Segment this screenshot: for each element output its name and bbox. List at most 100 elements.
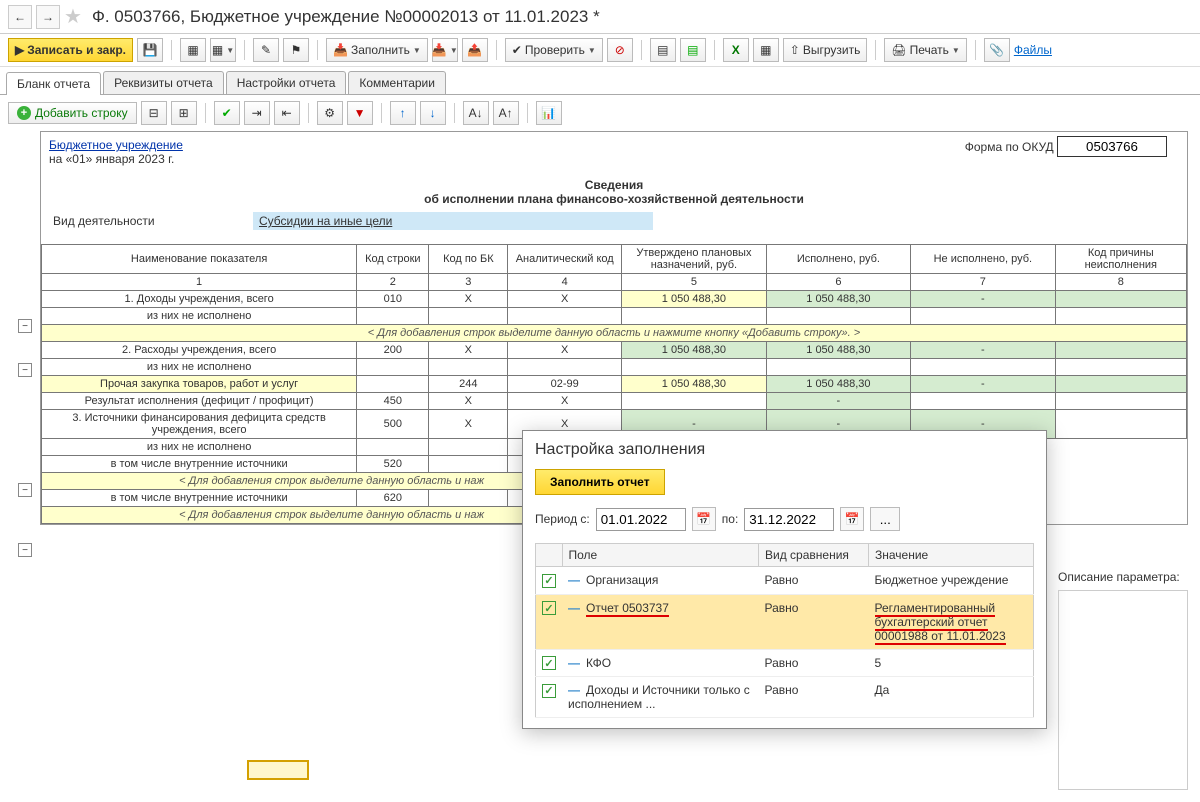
period-from-input[interactable] [596, 508, 686, 531]
checkbox-icon[interactable]: ✓ [542, 656, 556, 670]
fill-more-button[interactable]: 📥▼ [432, 38, 458, 62]
fill-extra-button[interactable]: 📤 [462, 38, 488, 62]
period-to-input[interactable] [744, 508, 834, 531]
go-end-button[interactable]: ⇥ [244, 101, 270, 125]
table-row[interactable]: Результат исполнения (дефицит / профицит… [42, 393, 1187, 410]
fill-settings-panel: Настройка заполнения Заполнить отчет Пер… [522, 430, 1047, 729]
table-row[interactable]: из них не исполнено [42, 308, 1187, 325]
settings-button[interactable]: ⚙ [317, 101, 343, 125]
back-button[interactable]: ← [8, 5, 32, 29]
form-add-button[interactable]: ▤ [680, 38, 706, 62]
calendar-icon: 📅 [845, 512, 860, 526]
period-to-calendar[interactable]: 📅 [840, 507, 864, 531]
print-button[interactable]: 🖨Печать▼ [884, 38, 966, 62]
forward-button[interactable]: → [36, 5, 60, 29]
tab-blank[interactable]: Бланк отчета [6, 72, 101, 95]
tab-comments[interactable]: Комментарии [348, 71, 446, 94]
filter-button[interactable]: ▼ [347, 101, 373, 125]
tab-requisites[interactable]: Реквизиты отчета [103, 71, 224, 94]
save-close-button[interactable]: ▶Записать и закр. [8, 38, 133, 62]
attach-button[interactable]: 📎 [984, 38, 1010, 62]
tree-toggle-4[interactable]: − [18, 543, 32, 557]
check-icon: ✔ [512, 43, 522, 57]
param-row-selected[interactable]: ✓ —Отчет 0503737 Равно Регламентированны… [536, 594, 1034, 649]
expand-button[interactable]: ⊞ [171, 101, 197, 125]
fill-report-button[interactable]: Заполнить отчет [535, 469, 665, 495]
checkbox-icon[interactable]: ✓ [542, 684, 556, 698]
col-field: Поле [562, 544, 759, 567]
form-add-icon: ▤ [687, 43, 698, 57]
flag-button[interactable]: ⚑ [283, 38, 309, 62]
sort-desc-button[interactable]: A↑ [493, 101, 519, 125]
grid-icon: ▦ [212, 43, 223, 57]
form-button[interactable]: ▤ [650, 38, 676, 62]
excel-button[interactable]: X [723, 38, 749, 62]
table-button[interactable]: ▦ [753, 38, 779, 62]
hint-row[interactable]: < Для добавления строк выделите данную о… [42, 325, 1187, 342]
checkbox-icon[interactable]: ✓ [542, 601, 556, 615]
grid-button[interactable]: ▦ [180, 38, 206, 62]
down-icon: ↓ [430, 106, 436, 120]
param-row[interactable]: ✓ —КФО Равно 5 [536, 649, 1034, 677]
table-row[interactable]: 2. Расходы учреждения, всего200XX1 050 4… [42, 342, 1187, 359]
tree-toggle-3[interactable]: − [18, 483, 32, 497]
excel-icon: X [732, 43, 740, 57]
arrow-start-icon: ⇤ [282, 106, 292, 120]
tree-toggle-1[interactable]: − [18, 319, 32, 333]
save-button[interactable]: 💾 [137, 38, 163, 62]
collapse-icon: ⊟ [149, 106, 159, 120]
param-row[interactable]: ✓ —Организация Равно Бюджетное учреждени… [536, 567, 1034, 595]
period-from-calendar[interactable]: 📅 [692, 507, 716, 531]
param-description-label: Описание параметра: [1058, 570, 1180, 584]
page-title: Ф. 0503766, Бюджетное учреждение №000020… [92, 7, 600, 27]
grid-dd-button[interactable]: ▦▼ [210, 38, 236, 62]
upload-button[interactable]: ⇧Выгрузить [783, 38, 868, 62]
no-check-button[interactable]: ⊘ [607, 38, 633, 62]
plus-icon: + [17, 106, 31, 120]
add-row-button[interactable]: +Добавить строку [8, 102, 137, 124]
check-button[interactable]: ✔Проверить▼ [505, 38, 603, 62]
form-icon: ▤ [657, 43, 668, 57]
move-up-button[interactable]: ↑ [390, 101, 416, 125]
tree-toggle-2[interactable]: − [18, 363, 32, 377]
chart-button[interactable]: 📊 [536, 101, 562, 125]
disk-icon: 💾 [143, 43, 158, 57]
org-name[interactable]: Бюджетное учреждение [49, 138, 183, 152]
checkbox-icon[interactable]: ✓ [542, 574, 556, 588]
period-more-button[interactable]: ... [870, 507, 900, 531]
table-row[interactable]: 1. Доходы учреждения, всего010XX1 050 48… [42, 291, 1187, 308]
fill-button[interactable]: 📥Заполнить▼ [326, 38, 428, 62]
tab-settings[interactable]: Настройки отчета [226, 71, 347, 94]
upload-icon: ⇧ [790, 43, 800, 57]
calendar-icon: 📅 [696, 512, 711, 526]
print-icon: 🖨 [891, 43, 906, 57]
funnel-icon: ▼ [354, 106, 366, 120]
activity-label: Вид деятельности [53, 214, 253, 228]
report-toolbar: +Добавить строку ⊟ ⊞ ✔ ⇥ ⇤ ⚙ ▼ ↑ ↓ A↓ A↑… [0, 95, 1200, 131]
chart-icon: 📊 [541, 106, 556, 120]
edit-button[interactable]: ✎ [253, 38, 279, 62]
minus-icon: — [568, 573, 580, 587]
move-down-button[interactable]: ↓ [420, 101, 446, 125]
sort-asc-button[interactable]: A↓ [463, 101, 489, 125]
go-start-button[interactable]: ⇤ [274, 101, 300, 125]
okud-input[interactable] [1057, 136, 1167, 157]
report-subtitle: об исполнении плана финансово-хозяйствен… [49, 192, 1179, 206]
col-bk: Код по БК [429, 245, 508, 274]
col-not: Не исполнено, руб. [911, 245, 1055, 274]
param-row[interactable]: ✓ —Доходы и Источники только с исполнени… [536, 677, 1034, 718]
selected-cell[interactable] [247, 760, 309, 780]
col-analytic: Аналитический код [508, 245, 622, 274]
main-toolbar: ▶Записать и закр. 💾 ▦ ▦▼ ✎ ⚑ 📥Заполнить▼… [0, 34, 1200, 67]
col-val: Значение [869, 544, 1034, 567]
report-title: Сведения [49, 178, 1179, 192]
activity-value[interactable]: Субсидии на иные цели [253, 212, 653, 230]
favorite-star-icon[interactable]: ★ [64, 4, 82, 29]
table-icon: ▦ [760, 43, 771, 57]
table-row[interactable]: из них не исполнено [42, 359, 1187, 376]
files-link[interactable]: Файлы [1014, 43, 1052, 57]
col-name: Наименование показателя [42, 245, 357, 274]
table-row[interactable]: Прочая закупка товаров, работ и услуг244… [42, 376, 1187, 393]
apply-button[interactable]: ✔ [214, 101, 240, 125]
collapse-button[interactable]: ⊟ [141, 101, 167, 125]
